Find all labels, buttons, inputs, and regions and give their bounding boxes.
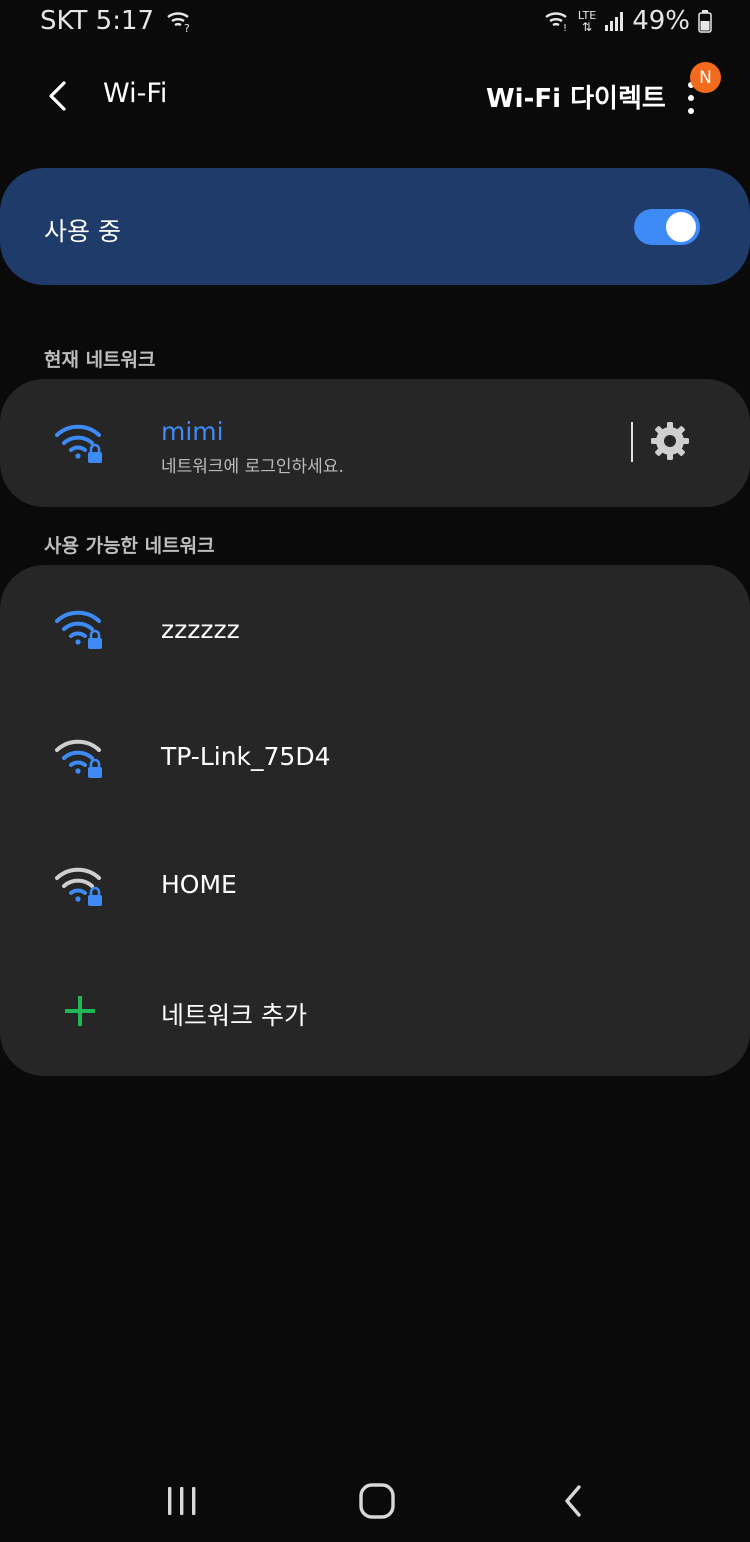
home-button[interactable] xyxy=(347,1478,407,1524)
recent-apps-icon xyxy=(168,1487,196,1515)
battery-percent: 49% xyxy=(632,6,690,36)
app-header: Wi-Fi Wi-Fi 다이렉트 xyxy=(0,60,750,132)
network-name: zzzzzz xyxy=(161,615,240,644)
wifi-question-icon: ? xyxy=(166,9,192,33)
network-row-zzzzzz[interactable]: zzzzzz xyxy=(0,565,750,692)
lte-label: LTE xyxy=(577,8,597,22)
add-network-row[interactable]: 네트워크 추가 xyxy=(0,948,750,1075)
network-name: HOME xyxy=(161,870,237,899)
current-network-header: 현재 네트워크 xyxy=(44,349,156,371)
more-icon-dot xyxy=(688,95,694,101)
home-icon xyxy=(359,1483,395,1519)
status-left: SKT 5:17 ? xyxy=(40,6,192,36)
wifi-lock-icon xyxy=(55,739,102,778)
network-name: TP-Link_75D4 xyxy=(161,742,331,771)
nav-back-button[interactable] xyxy=(543,1478,603,1524)
carrier-time: SKT 5:17 xyxy=(40,6,155,36)
current-network-status: 네트워크에 로그인하세요. xyxy=(161,457,344,477)
network-settings-button[interactable] xyxy=(650,421,690,461)
status-bar: SKT 5:17 ? ! LTE ⇅ 49% xyxy=(0,0,750,46)
wifi-lock-icon xyxy=(55,867,102,906)
wifi-lock-icon xyxy=(55,610,102,649)
lte-icon: LTE ⇅ xyxy=(577,8,597,34)
network-row-tp-link[interactable]: TP-Link_75D4 xyxy=(0,692,750,819)
available-networks-header: 사용 가능한 네트워크 xyxy=(44,535,215,557)
gear-icon xyxy=(651,422,689,460)
recent-apps-button[interactable] xyxy=(152,1478,212,1524)
chevron-left-icon xyxy=(49,81,66,111)
row-divider xyxy=(631,422,633,462)
available-networks-card: zzzzzz TP-Link_75D4 HOME 네트워크 추가 xyxy=(0,565,750,1076)
back-icon xyxy=(565,1485,581,1517)
wifi-direct-button[interactable]: Wi-Fi 다이렉트 xyxy=(486,78,666,115)
toggle-knob xyxy=(666,212,696,242)
more-icon-dot xyxy=(688,108,694,114)
cell-signal-icon xyxy=(604,10,624,32)
status-right: ! LTE ⇅ 49% xyxy=(544,6,712,36)
svg-text:!: ! xyxy=(563,23,567,33)
notification-badge: N xyxy=(690,62,721,93)
svg-text:?: ? xyxy=(184,22,190,33)
system-nav-bar xyxy=(0,1460,750,1542)
current-network-card: mimi 네트워크에 로그인하세요. xyxy=(0,379,750,507)
wifi-settings-screen: SKT 5:17 ? ! LTE ⇅ 49% Wi-Fi Wi-Fi 다이렉트 … xyxy=(0,0,750,1542)
wifi-master-switch-card[interactable]: 사용 중 xyxy=(0,168,750,285)
back-button[interactable] xyxy=(36,74,80,118)
network-row-home[interactable]: HOME xyxy=(0,820,750,947)
wifi-signal-icon: ! xyxy=(544,9,570,33)
page-title: Wi-Fi xyxy=(103,78,168,109)
wifi-lock-icon xyxy=(55,424,102,463)
add-network-label: 네트워크 추가 xyxy=(161,1001,307,1030)
current-network-name: mimi xyxy=(161,417,224,446)
plus-icon xyxy=(65,996,95,1026)
current-network-row[interactable]: mimi 네트워크에 로그인하세요. xyxy=(0,379,750,506)
master-switch-label: 사용 중 xyxy=(44,217,121,246)
battery-icon xyxy=(698,9,712,33)
wifi-toggle[interactable] xyxy=(634,209,700,245)
